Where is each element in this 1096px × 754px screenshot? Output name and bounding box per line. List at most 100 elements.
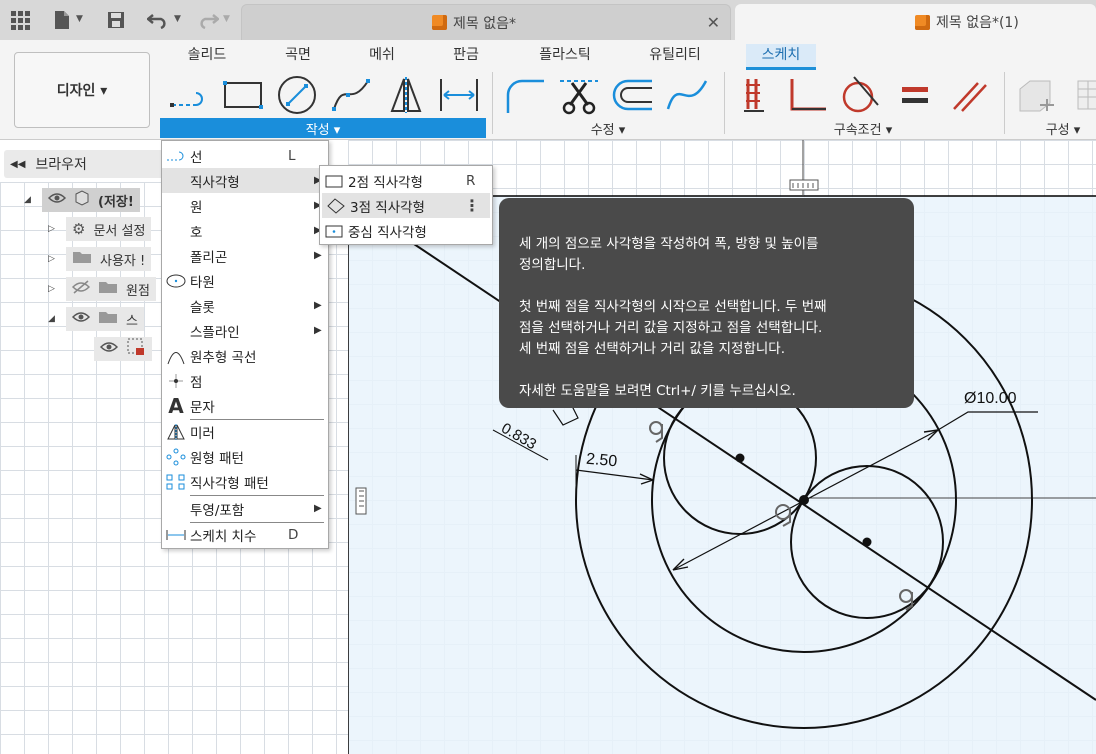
document-tab-2[interactable]: 제목 없음*(1) xyxy=(735,4,1096,40)
menu-item-ellipse[interactable]: 타원 xyxy=(162,268,328,293)
browser-item-sketches[interactable]: ◢ 스 xyxy=(48,307,144,331)
construct-menu-button[interactable]: 구성 ▾ xyxy=(1030,118,1096,138)
modify-menu-button[interactable]: 수정 ▾ xyxy=(496,118,720,138)
menu-item-slot[interactable]: 슬롯 ▶ xyxy=(162,293,328,318)
menu-item-label: 점 xyxy=(190,374,203,391)
menu-item-label: 미러 xyxy=(190,425,215,442)
undo-icon[interactable] xyxy=(144,6,172,34)
menu-item-circular-pattern[interactable]: 원형 패턴 xyxy=(162,444,328,469)
collapse-browser-icon[interactable]: ◀◀ xyxy=(10,159,25,170)
sketch-dimension-tool-icon[interactable] xyxy=(438,74,480,116)
tab-mesh[interactable]: 메쉬 xyxy=(360,44,404,64)
tab-plastic[interactable]: 플라스틱 xyxy=(530,44,600,64)
undo-dropdown-icon[interactable]: ▼ xyxy=(174,14,181,24)
menu-item-circle[interactable]: 원 ▶ xyxy=(162,193,328,218)
spline-tool-icon[interactable] xyxy=(330,74,372,116)
redo-dropdown-icon[interactable]: ▼ xyxy=(223,14,230,24)
browser-item-origin[interactable]: ▷ 원점 xyxy=(48,277,156,301)
menu-item-sketch-dimension[interactable]: 스케치 치수 D xyxy=(162,522,328,547)
diameter-dimension-text[interactable]: Ø10.00 xyxy=(964,390,1016,408)
menu-item-point[interactable]: 점 xyxy=(162,368,328,393)
ribbon-separator xyxy=(492,72,493,134)
submenu-item-2-point-rectangle[interactable]: 2점 직사각형 R xyxy=(320,168,492,193)
browser-header[interactable]: ◀◀ 브라우저 xyxy=(4,150,164,178)
app-grid-icon[interactable] xyxy=(6,6,34,34)
save-icon[interactable] xyxy=(102,6,130,34)
file-dropdown-icon[interactable]: ▼ xyxy=(76,14,83,24)
distance-dimension-text[interactable]: 2.50 xyxy=(585,451,618,472)
center-point xyxy=(799,495,809,505)
line-tool-icon[interactable] xyxy=(168,74,210,116)
tab-surface[interactable]: 곡면 xyxy=(276,44,320,64)
menu-item-label: 원 xyxy=(190,199,203,216)
document-tab-label: 제목 없음* xyxy=(453,15,516,32)
expand-triangle-icon[interactable]: ◢ xyxy=(48,314,66,324)
workspace-design-button[interactable]: 디자인 ▾ xyxy=(14,52,150,128)
constraints-menu-button[interactable]: 구속조건 ▾ xyxy=(728,118,998,138)
document-cube-icon xyxy=(915,14,930,30)
eye-icon[interactable] xyxy=(99,341,119,357)
circle-tool-icon[interactable] xyxy=(276,74,318,116)
expand-triangle-icon[interactable]: ▷ xyxy=(48,284,66,294)
gear-icon: ⚙ xyxy=(72,220,86,238)
sketch-point xyxy=(735,453,745,463)
submenu-item-3-point-rectangle[interactable]: 3점 직사각형 ⋮ xyxy=(322,193,490,218)
menu-item-spline[interactable]: 스플라인 ▶ xyxy=(162,318,328,343)
menu-item-line[interactable]: 선 L xyxy=(162,143,328,168)
sketch-curve-tool-icon[interactable] xyxy=(666,74,708,116)
browser-item-document-settings[interactable]: ▷ ⚙ 문서 설정 xyxy=(48,217,152,241)
fillet-tool-icon[interactable] xyxy=(504,74,546,116)
rectangle-tool-icon[interactable] xyxy=(222,74,264,116)
redo-icon[interactable] xyxy=(194,6,222,34)
folder-icon xyxy=(98,310,118,328)
menu-item-conic-curve[interactable]: 원추형 곡선 xyxy=(162,343,328,368)
expand-triangle-icon[interactable]: ◢ xyxy=(24,195,42,205)
more-options-icon[interactable]: ⋮ xyxy=(464,196,490,215)
close-tab-icon[interactable]: ✕ xyxy=(707,13,720,32)
inspect-table-icon[interactable] xyxy=(1068,74,1096,116)
menu-item-project-include[interactable]: 투영/포함 ▶ xyxy=(162,496,328,521)
document-cube-icon xyxy=(432,15,447,30)
construct-plane-icon[interactable] xyxy=(1014,74,1056,116)
submenu-item-center-rectangle[interactable]: 중심 직사각형 xyxy=(320,218,492,243)
menu-item-label: 스케치 치수 xyxy=(190,528,257,545)
tooltip-line: 첫 번째 점을 직사각형의 시작으로 선택합니다. 두 번째 xyxy=(519,299,827,315)
eye-icon[interactable] xyxy=(47,192,67,208)
menu-item-label: 슬롯 xyxy=(190,299,215,316)
offset-tool-icon[interactable] xyxy=(612,74,654,116)
expand-triangle-icon[interactable]: ▷ xyxy=(48,254,66,264)
perpendicular-constraint-icon[interactable] xyxy=(786,74,828,116)
tangent-constraint-icon[interactable] xyxy=(838,74,880,116)
hidden-eye-icon[interactable] xyxy=(71,280,91,298)
browser-item-label: 원점 xyxy=(126,283,150,299)
expand-triangle-icon[interactable]: ▷ xyxy=(48,224,66,234)
eye-icon[interactable] xyxy=(71,311,91,327)
browser-item-label: 사용자 ! xyxy=(100,253,146,269)
menu-item-arc[interactable]: 호 ▶ xyxy=(162,218,328,243)
trim-tool-icon[interactable] xyxy=(558,74,600,116)
create-menu-button[interactable]: 작성 ▾ xyxy=(160,118,486,138)
browser-item-named-views[interactable]: ▷ 사용자 ! xyxy=(48,247,152,271)
tab-solid[interactable]: 솔리드 xyxy=(178,44,236,64)
browser-item-sketch[interactable] xyxy=(94,337,152,361)
circular-pattern-icon xyxy=(162,448,190,466)
browser-root-item[interactable]: ◢ (저장! xyxy=(24,188,140,212)
tab-utilities[interactable]: 유틸리티 xyxy=(640,44,710,64)
mirror-tool-icon[interactable] xyxy=(384,74,426,116)
menu-item-polygon[interactable]: 폴리곤 ▶ xyxy=(162,243,328,268)
equal-constraint-icon[interactable] xyxy=(894,74,936,116)
submenu-item-label: 중심 직사각형 xyxy=(348,224,427,241)
submenu-arrow-icon: ▶ xyxy=(314,325,322,336)
sketch-point xyxy=(862,537,872,547)
tab-sheet-metal[interactable]: 판금 xyxy=(444,44,488,64)
tab-sketch[interactable]: 스케치 xyxy=(746,44,816,70)
menu-item-rectangle[interactable]: 직사각형 ▶ xyxy=(162,168,328,193)
menu-item-rectangular-pattern[interactable]: 직사각형 패턴 xyxy=(162,469,328,494)
fix-constraint-icon[interactable] xyxy=(734,74,776,116)
menu-item-mirror[interactable]: 미러 xyxy=(162,419,328,444)
horizontal-constraint-glyph xyxy=(789,179,819,191)
parallel-constraint-icon[interactable] xyxy=(948,74,990,116)
file-icon[interactable] xyxy=(48,6,76,34)
menu-item-text[interactable]: A 문자 xyxy=(162,393,328,418)
document-tab-1[interactable]: 제목 없음* ✕ xyxy=(241,4,731,40)
